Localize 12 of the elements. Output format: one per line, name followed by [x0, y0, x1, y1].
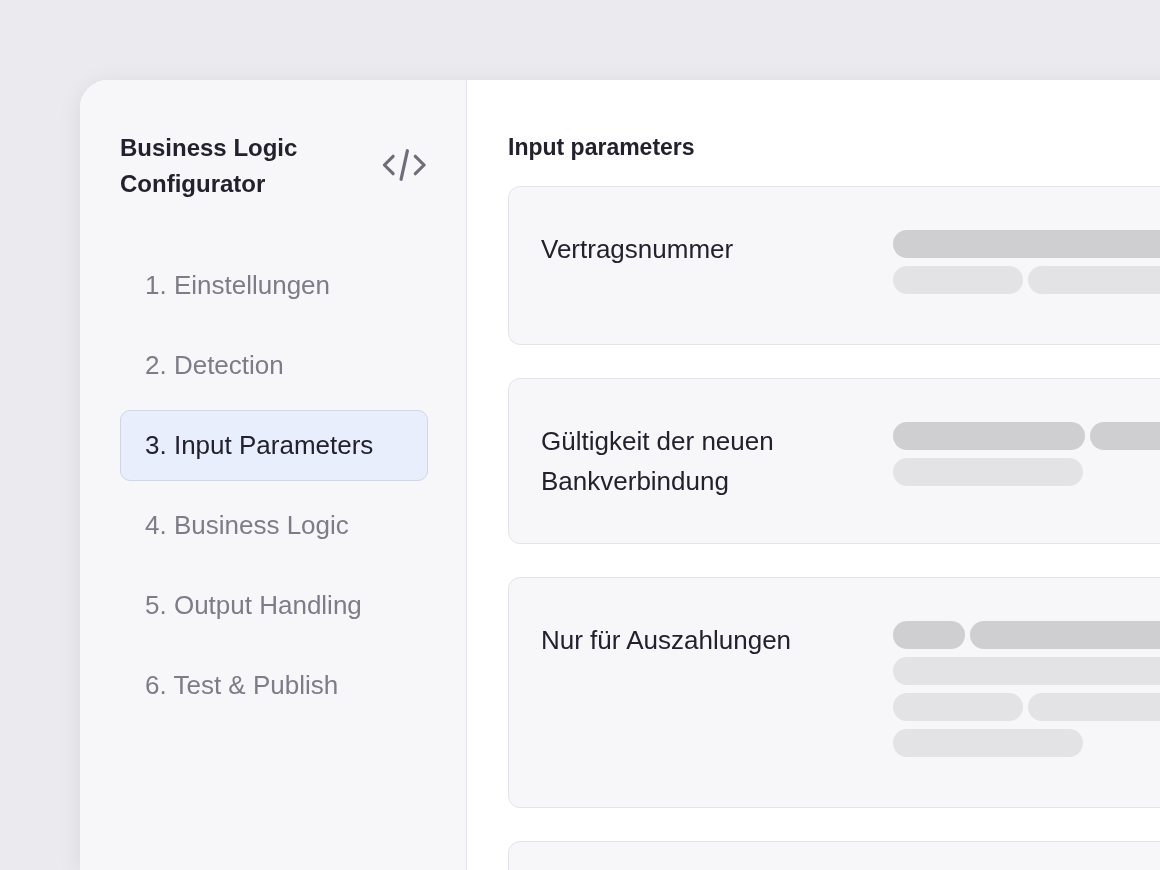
- placeholder-bar: [893, 621, 965, 649]
- app-title: Business Logic Configurator: [120, 133, 299, 199]
- step-tab[interactable]: 5. Output Handling: [120, 570, 428, 641]
- parameter-label: Nur für Auszahlungen: [541, 624, 793, 657]
- parameter-label: Gültigkeit der neuen Bankverbindung: [541, 425, 775, 498]
- section-heading: Input parameters: [508, 133, 696, 162]
- step-tab[interactable]: 2. Detection: [120, 330, 428, 401]
- step-tab[interactable]: 1. Einstellungen: [120, 250, 428, 321]
- step-tab[interactable]: 4. Business Logic: [120, 490, 428, 561]
- step-tab[interactable]: 3. Input Parameters: [120, 410, 428, 481]
- step-tab[interactable]: 6. Test & Publish: [120, 650, 428, 721]
- parameter-label: Vertragsnummer: [541, 233, 735, 266]
